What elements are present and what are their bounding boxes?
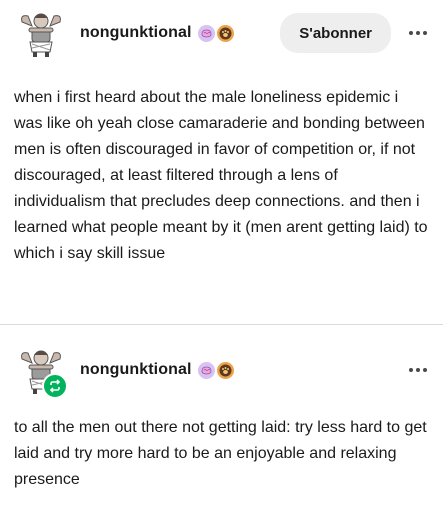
avatar[interactable] (16, 8, 66, 58)
more-options-icon[interactable] (409, 31, 427, 35)
brain-badge-icon[interactable] (197, 361, 215, 379)
paw-badge-icon[interactable] (216, 361, 234, 379)
post-header: nongunktional (16, 343, 431, 399)
username[interactable]: nongunktional (80, 24, 192, 42)
follow-button[interactable]: S'abonner (280, 13, 391, 53)
username[interactable]: nongunktional (80, 361, 192, 379)
post-body: to all the men out there not getting lai… (14, 419, 427, 488)
brain-badge-icon[interactable] (197, 24, 215, 42)
reblog-post: nongunktional to all the men out there n… (0, 325, 443, 512)
reblog-icon (42, 373, 68, 399)
post-body: when i first heard about the male loneli… (14, 89, 428, 262)
paw-badge-icon[interactable] (216, 24, 234, 42)
post-header: nongunktional S'abonner (16, 6, 431, 60)
user-badges (197, 24, 234, 42)
user-badges (197, 361, 234, 379)
post: nongunktional S'abonner when i first hea… (0, 0, 443, 324)
avatar[interactable] (16, 345, 68, 399)
avatar-image (21, 13, 61, 57)
more-options-icon[interactable] (409, 368, 427, 372)
